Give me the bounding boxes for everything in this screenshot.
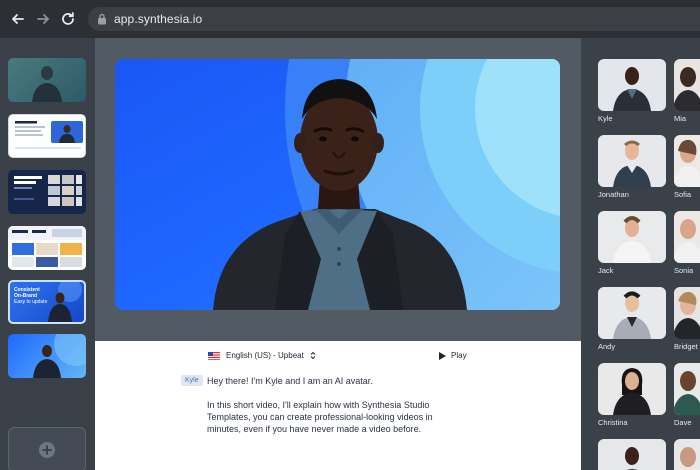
avatar-name: Andy xyxy=(598,342,616,351)
url-text: app.synthesia.io xyxy=(114,12,203,26)
slide-layout-icon xyxy=(8,226,86,267)
avatar-portrait-icon xyxy=(613,216,651,263)
arrow-right-icon xyxy=(37,14,50,24)
avatar-portrait-icon xyxy=(674,139,700,187)
avatar-portrait-icon xyxy=(674,219,700,263)
avatar-card-bridget[interactable] xyxy=(674,287,700,339)
avatar-portrait-icon xyxy=(680,447,696,467)
play-button[interactable]: Play xyxy=(439,351,467,360)
avatar-name: Mia xyxy=(674,114,687,123)
scene-list: Consistent On-Brand Easy to update xyxy=(0,38,95,470)
scene-thumbnail[interactable] xyxy=(8,58,86,102)
play-label: Play xyxy=(451,351,467,360)
avatar-portrait-icon xyxy=(613,291,651,339)
avatar-card-jonathan[interactable] xyxy=(598,135,666,187)
script-editor: English (US) - Upbeat Play Kyle Hey ther… xyxy=(95,341,581,470)
avatar-portrait-icon xyxy=(613,368,651,415)
avatar-card-sofia[interactable] xyxy=(674,135,700,187)
voice-label: English (US) - Upbeat xyxy=(226,351,304,360)
reload-icon xyxy=(62,12,74,25)
voice-selector[interactable]: English (US) - Upbeat xyxy=(208,351,316,360)
avatar-name: Jack xyxy=(598,266,614,275)
avatar-name: Sofia xyxy=(674,190,692,199)
avatar-card-dave[interactable] xyxy=(674,363,700,415)
presenter-thumbnail-icon xyxy=(32,66,62,102)
avatar-card-kyle[interactable] xyxy=(598,59,666,111)
avatar-name: Dave xyxy=(674,418,692,427)
presenter-thumbnail-icon xyxy=(33,334,86,378)
avatar-portrait-icon xyxy=(674,67,700,111)
avatar-name: Kyle xyxy=(598,114,613,123)
avatar-list: Kyle Mia Jonathan Sofia Jack Sonia Andy … xyxy=(581,38,700,470)
forward-button[interactable] xyxy=(33,9,53,29)
avatar-portrait-icon xyxy=(674,291,700,339)
avatar-card[interactable] xyxy=(674,439,700,470)
slide-layout-icon xyxy=(15,121,83,149)
scene-thumbnail[interactable] xyxy=(8,114,86,158)
scene-thumbnail[interactable] xyxy=(8,170,86,214)
scene-thumbnail-selected[interactable] xyxy=(8,334,86,378)
avatar-card-andy[interactable] xyxy=(598,287,666,339)
scene-thumbnail[interactable] xyxy=(8,226,86,270)
lock-icon xyxy=(98,13,106,25)
avatar-card[interactable] xyxy=(598,439,666,470)
avatar-portrait-icon xyxy=(625,447,639,470)
speaker-tag[interactable]: Kyle xyxy=(181,375,203,386)
back-button[interactable] xyxy=(8,9,28,29)
avatar-name: Bridget xyxy=(674,342,698,351)
presenter-video-frame xyxy=(115,59,560,310)
avatar-portrait-icon xyxy=(674,371,700,415)
slide-layout-icon xyxy=(14,175,82,206)
avatar-name: Christina xyxy=(598,418,628,427)
avatar-name: Jonathan xyxy=(598,190,629,199)
scene-thumbnail[interactable]: Consistent On-Brand Easy to update xyxy=(8,280,86,324)
avatar-portrait-icon xyxy=(613,140,651,187)
avatar-card-jack[interactable] xyxy=(598,211,666,263)
reload-button[interactable] xyxy=(58,9,78,29)
video-preview[interactable] xyxy=(115,59,560,310)
address-bar[interactable]: app.synthesia.io xyxy=(88,7,700,31)
avatar-card-christina[interactable] xyxy=(598,363,666,415)
play-icon xyxy=(439,351,446,360)
chevron-up-down-icon xyxy=(310,351,316,360)
add-scene-button[interactable] xyxy=(8,427,86,470)
avatar-name: Sonia xyxy=(674,266,694,275)
avatar-portrait-icon xyxy=(613,67,651,111)
us-flag-icon xyxy=(208,351,220,360)
presenter-thumbnail-icon xyxy=(48,282,82,322)
script-line: Hey there! I'm Kyle and I am an AI avata… xyxy=(207,376,373,386)
script-line: In this short video, I'll explain how wi… xyxy=(207,400,433,434)
avatar-card-mia[interactable] xyxy=(674,59,700,111)
avatar-card-sonia[interactable] xyxy=(674,211,700,263)
arrow-left-icon xyxy=(11,14,24,24)
browser-toolbar: app.synthesia.io xyxy=(0,0,700,38)
script-text[interactable]: Hey there! I'm Kyle and I am an AI avata… xyxy=(207,375,457,447)
plus-icon xyxy=(39,441,55,458)
